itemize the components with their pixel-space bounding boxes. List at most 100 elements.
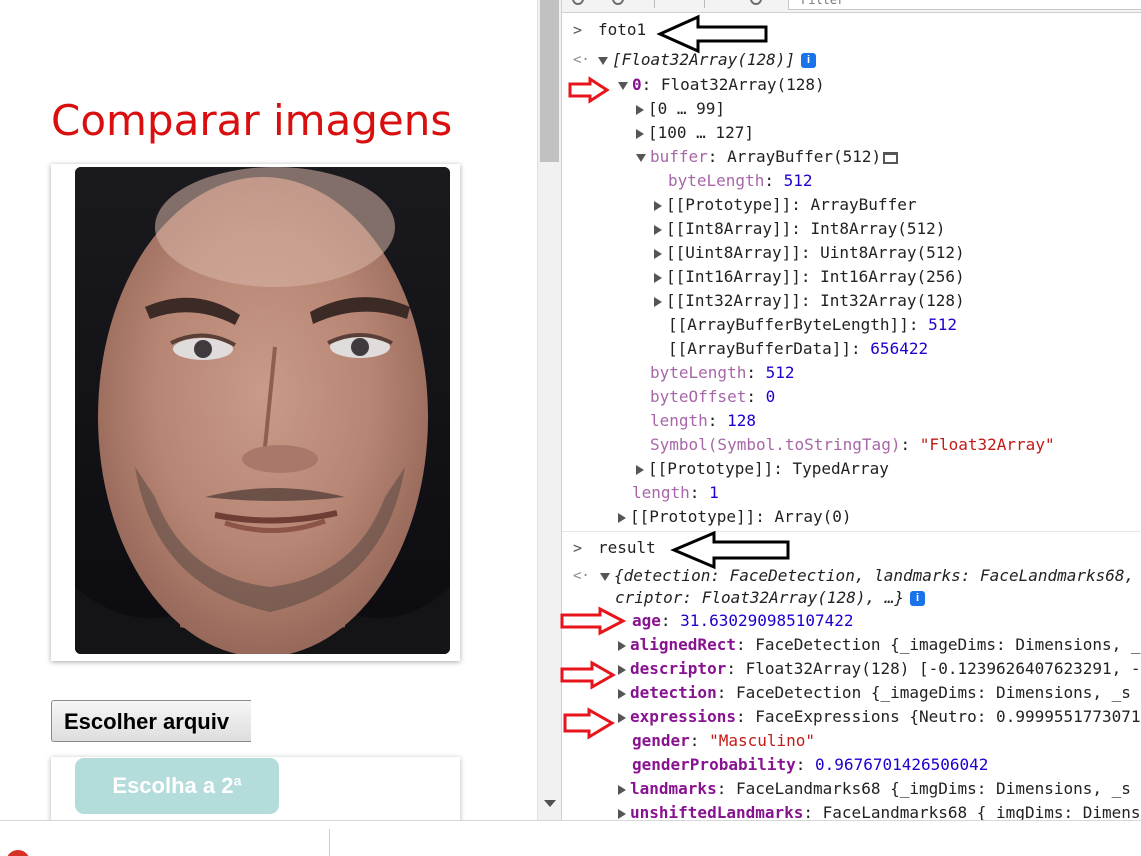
property-key: [[ArrayBufferData]]: [668, 339, 852, 358]
console-input-text: foto1: [598, 20, 647, 39]
expand-toggle-icon[interactable]: [636, 464, 644, 475]
tree-key: [0 … 99]: [648, 99, 726, 118]
property-value: 128: [727, 411, 756, 430]
return-arrow-icon: <·: [573, 52, 590, 68]
property-key: detection: [630, 683, 717, 702]
console-output-line-2: criptor: Float32Array(128), …} i: [615, 586, 925, 610]
console-property-row[interactable]: [[Int8Array]]: Int8Array(512): [654, 217, 945, 241]
tree-key: [100 … 127]: [648, 123, 754, 142]
console-property-row[interactable]: descriptor: Float32Array(128) [-0.123962…: [618, 657, 1141, 681]
property-key: descriptor: [630, 659, 727, 678]
property-value: 656422: [870, 339, 929, 358]
tree-buffer[interactable]: buffer: ArrayBuffer(512): [636, 145, 899, 169]
property-key: byteOffset: [650, 387, 747, 406]
expand-toggle-icon[interactable]: [618, 640, 626, 651]
info-icon[interactable]: i: [801, 53, 817, 68]
tree-value: 1: [709, 483, 719, 502]
console-filter-input[interactable]: Filter: [788, 0, 1141, 10]
tree-value: Array(0): [774, 507, 852, 526]
property-value: 0.9676701426506042: [815, 755, 989, 774]
console-property-row[interactable]: expressions: FaceExpressions {Neutro: 0.…: [618, 705, 1141, 729]
expand-toggle-icon[interactable]: [618, 688, 626, 699]
console-property-row[interactable]: alignedRect: FaceDetection {_imageDims: …: [618, 633, 1141, 657]
expand-toggle-icon[interactable]: [654, 200, 662, 211]
scrollbar-thumb[interactable]: [540, 0, 559, 162]
black-arrow-annotation-icon: [656, 14, 768, 54]
console-property-row: genderProbability: 0.9676701426506042: [632, 755, 989, 774]
property-value: Float32Array(128) [-0.1239626407623291, …: [745, 659, 1141, 678]
red-arrow-annotation-icon: [560, 606, 627, 636]
eye-icon[interactable]: [750, 0, 762, 5]
expand-toggle-icon[interactable]: [636, 104, 644, 115]
prompt-chevron-icon: >: [573, 539, 583, 557]
property-key: [[Prototype]]: [666, 195, 792, 214]
property-key: [[Int16Array]]: [666, 267, 801, 286]
expand-toggle-icon[interactable]: [598, 56, 608, 65]
scroll-down-arrow-icon[interactable]: [544, 800, 556, 807]
expand-toggle-icon[interactable]: [618, 81, 628, 90]
web-page: Comparar imagens Escolher arquiv Escolha…: [0, 0, 537, 820]
photo-card: [51, 164, 460, 661]
console-property-row[interactable]: [[Int32Array]]: Int32Array(128): [654, 289, 965, 313]
face-photo: [75, 167, 450, 654]
console-property-row: [[ArrayBufferByteLength]]: 512: [668, 315, 957, 334]
property-key: age: [632, 611, 661, 630]
expand-toggle-icon[interactable]: [618, 808, 626, 819]
memory-inspector-icon[interactable]: [883, 151, 899, 164]
expand-toggle-icon[interactable]: [636, 153, 646, 162]
property-key: [[ArrayBufferByteLength]]: [668, 315, 909, 334]
expand-toggle-icon[interactable]: [618, 512, 626, 523]
download-bar-separator: [329, 829, 330, 856]
console-property-row[interactable]: [[Int16Array]]: Int16Array(256): [654, 265, 965, 289]
console-property-row: byteOffset: 0: [650, 387, 776, 406]
expand-toggle-icon[interactable]: [618, 664, 626, 675]
expand-toggle-icon[interactable]: [654, 272, 662, 283]
expand-toggle-icon[interactable]: [618, 784, 626, 795]
console-property-row: length: 128: [650, 411, 756, 430]
toolbar-separator: [654, 0, 655, 8]
expand-toggle-icon[interactable]: [618, 712, 626, 723]
console-property-row[interactable]: detection: FaceDetection {_imageDims: Di…: [618, 681, 1131, 705]
property-value: FaceLandmarks68 {_imgDims: Dimensions, _…: [735, 779, 1131, 798]
tree-value: ArrayBuffer(512): [727, 147, 882, 166]
console-property-row[interactable]: [[Prototype]]: ArrayBuffer: [654, 193, 916, 217]
console-property-row[interactable]: [[Uint8Array]]: Uint8Array(512): [654, 241, 965, 265]
page-scrollbar[interactable]: [537, 0, 561, 820]
expand-toggle-icon[interactable]: [636, 128, 644, 139]
download-error-icon[interactable]: [6, 850, 30, 856]
tree-key: [[Prototype]]: [630, 507, 756, 526]
red-arrow-annotation-icon: [568, 76, 610, 104]
property-value: ArrayBuffer: [810, 195, 917, 214]
download-bar: [0, 820, 1141, 856]
property-value: 31.630290985107422: [680, 611, 854, 630]
property-value: TypedArray: [792, 459, 889, 478]
property-key: unshiftedLandmarks: [630, 803, 804, 820]
expand-toggle-icon[interactable]: [654, 248, 662, 259]
console-property-row[interactable]: landmarks: FaceLandmarks68 {_imgDims: Di…: [618, 777, 1131, 801]
expand-toggle-icon[interactable]: [600, 572, 610, 581]
choose-second-image-button[interactable]: Escolha a 2ª: [75, 758, 279, 814]
tree-range-1[interactable]: [0 … 99]: [636, 97, 725, 121]
choose-file-button[interactable]: Escolher arquiv: [51, 700, 251, 742]
console-property-row[interactable]: unshiftedLandmarks: FaceLandmarks68 {_im…: [618, 801, 1141, 820]
console-toolbar: Filter: [562, 0, 1141, 13]
tree-range-2[interactable]: [100 … 127]: [636, 121, 754, 145]
screenshot-root: Comparar imagens Escolher arquiv Escolha…: [0, 0, 1141, 856]
block-icon[interactable]: [612, 0, 624, 5]
info-icon[interactable]: i: [909, 591, 925, 606]
property-value: FaceDetection {_imageDims: Dimensions, _…: [755, 635, 1141, 654]
property-value: 512: [765, 363, 795, 382]
tree-item-0[interactable]: 0: Float32Array(128): [618, 73, 825, 97]
console-property-row: gender: "Masculino": [632, 731, 816, 750]
tree-prototype[interactable]: [[Prototype]]: Array(0): [618, 505, 852, 529]
expand-toggle-icon[interactable]: [654, 224, 662, 235]
console-property-row[interactable]: [[Prototype]]: TypedArray: [636, 457, 889, 481]
console-divider: [562, 531, 1141, 532]
page-title: Comparar imagens: [51, 96, 453, 145]
output-summary-cont: criptor: Float32Array(128), …}: [615, 588, 904, 607]
property-key: [[Int32Array]]: [666, 291, 801, 310]
console-property-row: byteLength: 512: [668, 171, 813, 190]
property-key: byteLength: [650, 363, 747, 382]
expand-toggle-icon[interactable]: [654, 296, 662, 307]
clear-console-icon[interactable]: [572, 0, 584, 5]
